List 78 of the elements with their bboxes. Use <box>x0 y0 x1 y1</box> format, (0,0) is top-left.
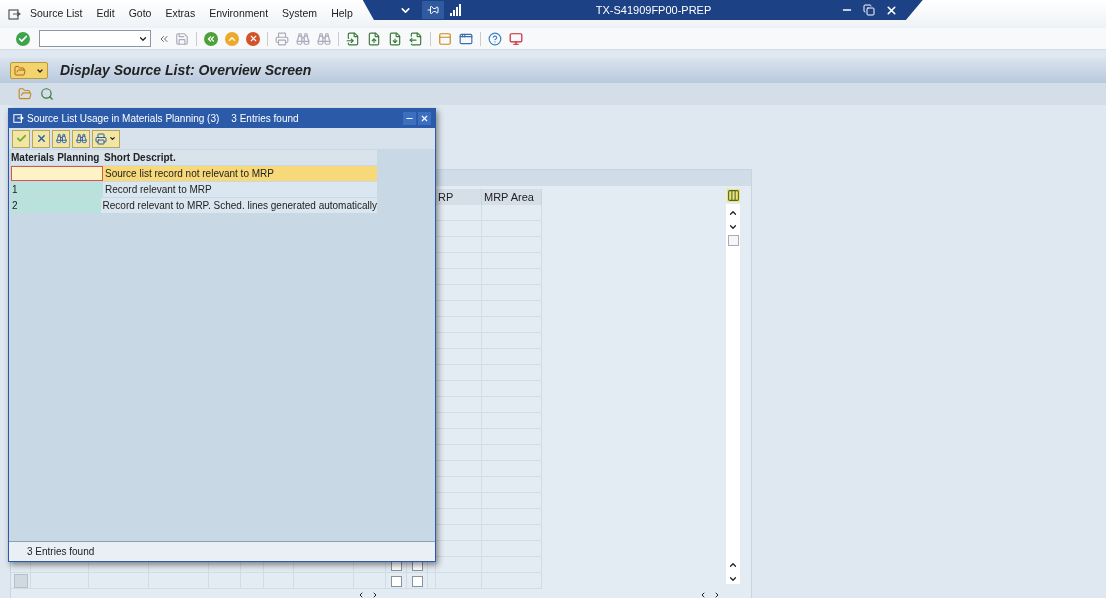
page-icon <box>388 31 402 46</box>
pin-icon[interactable] <box>421 1 444 19</box>
scroll-right-icon[interactable] <box>371 591 379 598</box>
system-title: TX-S41909FP00-PREP <box>595 2 712 18</box>
restore-icon[interactable] <box>863 4 876 16</box>
description-text: Record relevant to MRP <box>104 183 212 197</box>
scroll-left-icon[interactable] <box>699 591 707 598</box>
vertical-scrollbar[interactable] <box>726 204 740 584</box>
description-text: Record relevant to MRP. Sched. lines generated automatically <box>101 199 377 213</box>
key-cell[interactable]: 2 <box>11 198 101 213</box>
column-header[interactable]: MRP Area <box>482 189 542 205</box>
scroll-up-icon[interactable] <box>728 208 738 218</box>
screen-title: Display Source List: Overview Screen <box>60 61 312 80</box>
key-cell[interactable] <box>11 166 103 181</box>
close-icon <box>35 133 47 144</box>
find-button[interactable] <box>52 129 70 148</box>
window-icon <box>438 31 452 46</box>
scroll-right-icon[interactable] <box>713 591 721 598</box>
caret-icon <box>109 135 116 142</box>
menu-icon[interactable] <box>8 7 21 21</box>
minimize-button[interactable] <box>403 112 416 125</box>
window-icon <box>459 31 473 46</box>
close-button[interactable] <box>418 112 431 125</box>
check-icon <box>16 31 30 46</box>
binoculars-icon <box>317 31 331 46</box>
column-header[interactable]: Short Descript. <box>103 150 176 165</box>
zoom-button[interactable] <box>38 85 56 103</box>
print-button[interactable] <box>92 129 120 148</box>
signal-icon <box>449 4 462 16</box>
menu-item[interactable]: Help <box>331 6 353 22</box>
cancel-button[interactable] <box>32 129 50 148</box>
menu-item[interactable]: Environment <box>209 6 269 22</box>
menu-item[interactable]: Goto <box>128 6 152 22</box>
check-icon <box>15 133 27 144</box>
back-icon <box>204 31 218 46</box>
list-row[interactable]: 2 Record relevant to MRP. Sched. lines generated automatically <box>11 198 377 213</box>
folder-icon <box>18 87 32 101</box>
status-text: 3 Entries found <box>27 545 95 559</box>
dialog-subtitle: 3 Entries found <box>231 112 299 126</box>
scroll-thumb[interactable] <box>727 235 739 246</box>
printer-icon <box>275 31 289 46</box>
menu-button[interactable] <box>10 62 48 79</box>
table-settings-icon[interactable] <box>726 189 740 202</box>
scroll-down-icon[interactable] <box>728 574 738 584</box>
binoculars-icon <box>55 133 67 144</box>
column-header[interactable]: RP <box>436 189 482 205</box>
menu-item[interactable]: Extras <box>165 6 196 22</box>
page-icon <box>367 31 381 46</box>
page-icon <box>409 31 423 46</box>
scroll-down-icon[interactable] <box>728 222 738 232</box>
magnifier-icon <box>40 87 54 101</box>
dialog-title: Source List Usage in Materials Planning (3) <box>27 112 220 126</box>
menu-item[interactable]: Source List <box>30 6 83 22</box>
menu-item[interactable]: System <box>282 6 318 22</box>
save-icon <box>175 31 189 46</box>
binoculars-icon <box>296 31 310 46</box>
binoculars-icon <box>75 133 87 144</box>
menu-item[interactable]: Edit <box>96 6 115 22</box>
scroll-left-icon[interactable] <box>357 591 365 598</box>
checkbox[interactable] <box>411 575 423 587</box>
checkbox[interactable] <box>390 575 402 587</box>
column-header[interactable]: Materials Planning <box>11 150 103 165</box>
dialog-icon <box>13 113 24 124</box>
command-field[interactable] <box>39 30 151 47</box>
find-next-button[interactable] <box>72 129 90 148</box>
printer-icon <box>95 132 107 145</box>
page-icon <box>346 31 360 46</box>
list-row[interactable]: Source list record not relevant to MRP <box>11 166 377 181</box>
key-cell[interactable]: 1 <box>11 182 103 197</box>
description-text: Source list record not relevant to MRP <box>104 167 274 181</box>
list-row[interactable]: 1 Record relevant to MRP <box>11 182 377 197</box>
close-icon <box>420 114 429 123</box>
help-icon <box>488 31 502 46</box>
folder-icon <box>14 64 26 77</box>
monitor-icon <box>509 31 523 46</box>
cancel-icon <box>246 31 260 46</box>
scroll-up-icon[interactable] <box>728 560 738 570</box>
exit-icon <box>225 31 239 46</box>
